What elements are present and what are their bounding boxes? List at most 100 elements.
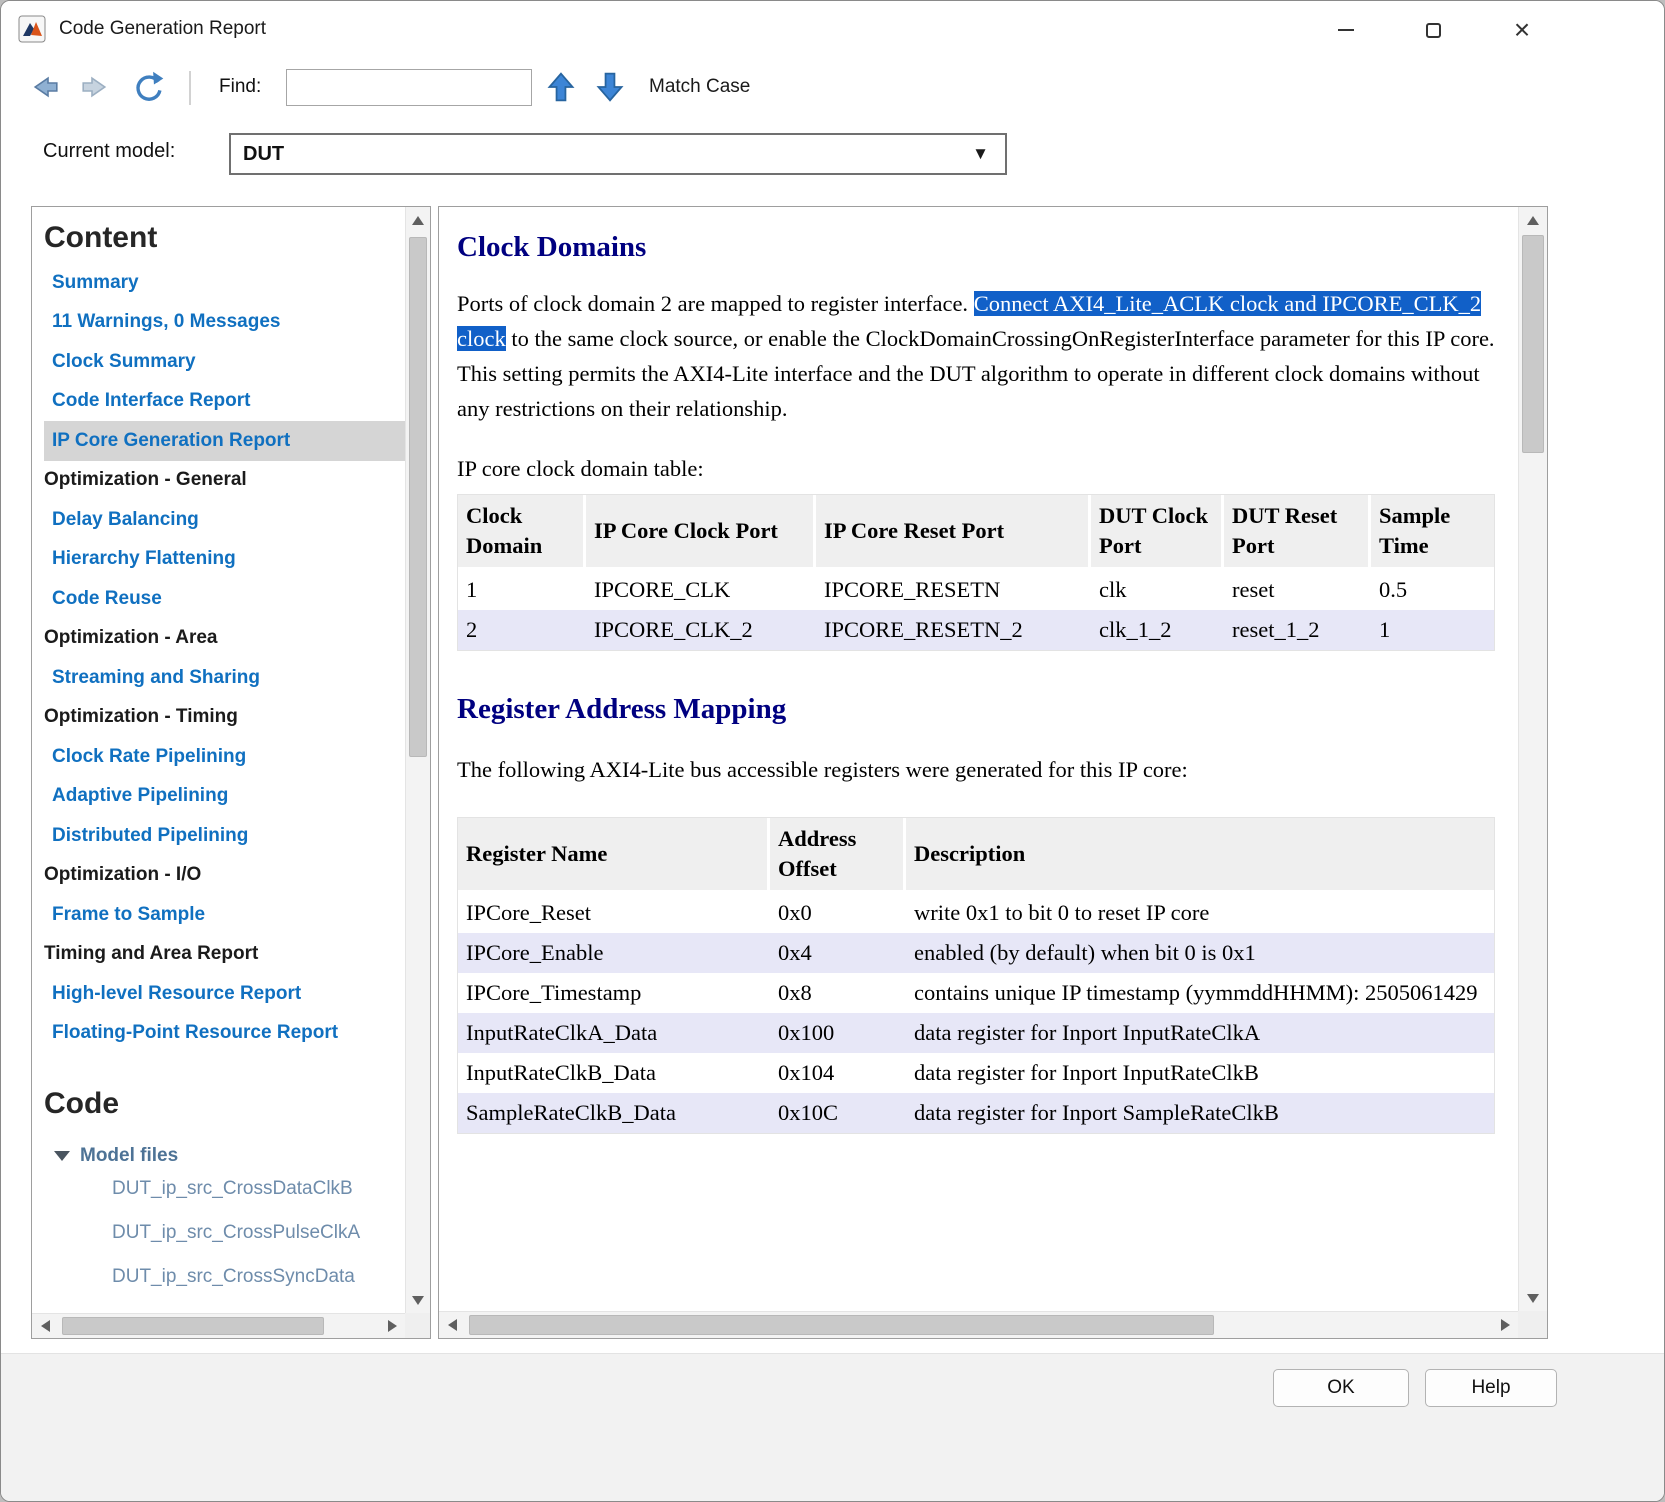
scroll-down-button[interactable] bbox=[406, 1287, 430, 1313]
table-cell: data register for Inport SampleRateClkB bbox=[906, 1093, 1494, 1133]
sidebar-item-high-level-resource-report[interactable]: High-level Resource Report bbox=[44, 974, 405, 1014]
sidebar-item-distributed-pipelining[interactable]: Distributed Pipelining bbox=[44, 816, 405, 856]
table-cell: 0x100 bbox=[770, 1013, 906, 1053]
main-vertical-scrollbar[interactable] bbox=[1518, 207, 1547, 1311]
table-row: IPCore_Enable0x4enabled (by default) whe… bbox=[458, 933, 1494, 973]
minimize-button[interactable] bbox=[1313, 10, 1379, 50]
register-address-table: Register NameAddress OffsetDescriptionIP… bbox=[457, 817, 1495, 1134]
current-model-dropdown[interactable]: DUT ▼ bbox=[229, 133, 1007, 175]
find-label: Find: bbox=[219, 76, 261, 98]
scrollbar-thumb[interactable] bbox=[469, 1315, 1214, 1335]
table-cell: 1 bbox=[458, 570, 586, 610]
scrollbar-thumb[interactable] bbox=[62, 1317, 324, 1335]
column-header: Sample Time bbox=[1371, 495, 1494, 570]
scrollbar-corner bbox=[405, 1313, 430, 1338]
register-mapping-intro: The following AXI4-Lite bus accessible r… bbox=[457, 752, 1497, 787]
sidebar-item-delay-balancing[interactable]: Delay Balancing bbox=[44, 500, 405, 540]
table-cell: IPCore_Timestamp bbox=[458, 973, 770, 1013]
find-input[interactable] bbox=[286, 69, 532, 106]
back-button[interactable] bbox=[21, 66, 67, 108]
find-previous-button[interactable] bbox=[542, 66, 580, 108]
title-bar: Code Generation Report × bbox=[1, 1, 1664, 59]
table-cell: InputRateClkA_Data bbox=[458, 1013, 770, 1053]
current-model-value: DUT bbox=[243, 143, 284, 166]
sidebar-item-adaptive-pipelining[interactable]: Adaptive Pipelining bbox=[44, 777, 405, 817]
maximize-button[interactable] bbox=[1400, 10, 1466, 50]
scroll-down-button[interactable] bbox=[1519, 1285, 1547, 1311]
table-cell: 0x8 bbox=[770, 973, 906, 1013]
refresh-icon bbox=[130, 70, 166, 104]
scroll-left-button[interactable] bbox=[439, 1312, 465, 1338]
model-file-link[interactable]: DUT_ip_src_CrossPulseClkA bbox=[44, 1211, 405, 1255]
sidebar-item-optimization-area: Optimization - Area bbox=[44, 619, 405, 659]
table-of-contents: Summary11 Warnings, 0 MessagesClock Summ… bbox=[44, 263, 405, 1053]
sidebar-item-summary[interactable]: Summary bbox=[44, 263, 405, 303]
sidebar-horizontal-scrollbar[interactable] bbox=[32, 1313, 405, 1338]
paragraph-text: to the same clock source, or enable the … bbox=[457, 326, 1495, 421]
scroll-up-button[interactable] bbox=[406, 207, 430, 233]
sidebar-item-floating-point-resource-report[interactable]: Floating-Point Resource Report bbox=[44, 1014, 405, 1054]
scrollbar-thumb[interactable] bbox=[1522, 235, 1544, 453]
scroll-left-button[interactable] bbox=[32, 1314, 58, 1338]
find-next-button[interactable] bbox=[591, 66, 629, 108]
column-header: Description bbox=[906, 818, 1494, 893]
ok-button[interactable]: OK bbox=[1273, 1369, 1409, 1407]
scroll-up-button[interactable] bbox=[1519, 207, 1547, 233]
table-cell: contains unique IP timestamp (yymmddHHMM… bbox=[906, 973, 1494, 1013]
report-content: Clock Domains Ports of clock domain 2 ar… bbox=[439, 207, 1518, 1311]
left-triangle-icon bbox=[41, 1320, 50, 1332]
match-case-toggle[interactable]: Match Case bbox=[649, 76, 750, 98]
table-cell: 0x4 bbox=[770, 933, 906, 973]
column-header: Register Name bbox=[458, 818, 770, 893]
sidebar-item-code-reuse[interactable]: Code Reuse bbox=[44, 579, 405, 619]
up-arrow-icon bbox=[545, 69, 577, 105]
close-button[interactable]: × bbox=[1489, 10, 1555, 50]
dialog-footer: OK Help bbox=[1, 1353, 1664, 1502]
scrollbar-thumb[interactable] bbox=[409, 237, 427, 757]
sidebar-item-optimization-general: Optimization - General bbox=[44, 461, 405, 501]
table-row: IPCore_Timestamp0x8contains unique IP ti… bbox=[458, 973, 1494, 1013]
model-file-link[interactable]: DUT_ip_src_CrossDataClkB bbox=[44, 1167, 405, 1211]
sidebar-item-streaming-and-sharing[interactable]: Streaming and Sharing bbox=[44, 658, 405, 698]
refresh-button[interactable] bbox=[125, 66, 171, 108]
sidebar-item-frame-to-sample[interactable]: Frame to Sample bbox=[44, 895, 405, 935]
register-mapping-heading: Register Address Mapping bbox=[457, 693, 1518, 726]
forward-arrow-icon bbox=[77, 71, 115, 103]
table-cell: IPCORE_CLK_2 bbox=[586, 610, 816, 650]
table-cell: 2 bbox=[458, 610, 586, 650]
code-generation-report-window: Code Generation Report × Find: bbox=[0, 0, 1665, 1502]
maximize-icon bbox=[1426, 23, 1441, 38]
sidebar-vertical-scrollbar[interactable] bbox=[405, 207, 430, 1313]
model-files-tree-node[interactable]: Model files bbox=[44, 1145, 405, 1167]
sidebar-item-hierarchy-flattening[interactable]: Hierarchy Flattening bbox=[44, 540, 405, 580]
sidebar-content: Content Summary11 Warnings, 0 MessagesCl… bbox=[32, 207, 405, 1313]
model-file-link[interactable]: DUT_ip_src_CrossSyncData bbox=[44, 1255, 405, 1299]
report-content-panel: Clock Domains Ports of clock domain 2 ar… bbox=[438, 206, 1548, 1339]
main-horizontal-scrollbar[interactable] bbox=[439, 1311, 1518, 1338]
window-title: Code Generation Report bbox=[59, 18, 266, 40]
sidebar-item-code-interface-report[interactable]: Code Interface Report bbox=[44, 382, 405, 422]
model-files-list: DUT_ip_src_CrossDataClkBDUT_ip_src_Cross… bbox=[44, 1167, 405, 1299]
table-cell: 0x104 bbox=[770, 1053, 906, 1093]
help-button[interactable]: Help bbox=[1425, 1369, 1557, 1407]
column-header: Clock Domain bbox=[458, 495, 586, 570]
sidebar-item-11-warnings-0-messages[interactable]: 11 Warnings, 0 Messages bbox=[44, 303, 405, 343]
column-header: DUT Clock Port bbox=[1091, 495, 1224, 570]
sidebar-item-optimization-i-o: Optimization - I/O bbox=[44, 856, 405, 896]
table-cell: IPCORE_CLK bbox=[586, 570, 816, 610]
sidebar-item-ip-core-generation-report[interactable]: IP Core Generation Report bbox=[44, 421, 405, 461]
table-row: SampleRateClkB_Data0x10Cdata register fo… bbox=[458, 1093, 1494, 1133]
left-triangle-icon bbox=[448, 1319, 457, 1331]
clock-table-caption: IP core clock domain table: bbox=[457, 456, 1518, 482]
back-arrow-icon bbox=[25, 71, 63, 103]
sidebar-item-clock-summary[interactable]: Clock Summary bbox=[44, 342, 405, 382]
scroll-right-button[interactable] bbox=[379, 1314, 405, 1338]
table-cell: IPCORE_RESETN_2 bbox=[816, 610, 1091, 650]
scroll-right-button[interactable] bbox=[1492, 1312, 1518, 1338]
clock-domains-heading: Clock Domains bbox=[457, 231, 1518, 264]
forward-button[interactable] bbox=[73, 66, 119, 108]
table-cell: IPCore_Reset bbox=[458, 893, 770, 933]
collapse-triangle-icon bbox=[54, 1151, 70, 1161]
right-triangle-icon bbox=[1501, 1319, 1510, 1331]
sidebar-item-clock-rate-pipelining[interactable]: Clock Rate Pipelining bbox=[44, 737, 405, 777]
